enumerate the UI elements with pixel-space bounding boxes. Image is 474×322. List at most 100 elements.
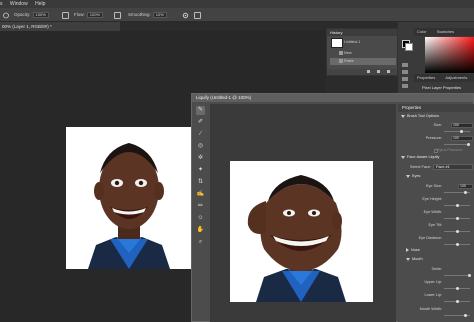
- opacity-field[interactable]: 100%: [32, 12, 49, 18]
- pressure-slider[interactable]: [444, 143, 470, 146]
- eye-distance-slider[interactable]: [444, 243, 470, 246]
- eye-width-slider[interactable]: [444, 217, 470, 220]
- panel-toggle-icon[interactable]: [402, 84, 408, 88]
- document-canvas[interactable]: [66, 127, 192, 269]
- face-tool[interactable]: ☺: [196, 214, 205, 223]
- history-footer: [327, 69, 397, 75]
- opacity-control: Opacity: 100%: [14, 12, 49, 18]
- panel-toggle-icon[interactable]: [402, 70, 408, 74]
- trash-icon[interactable]: [387, 70, 390, 73]
- slider-thumb[interactable]: [456, 300, 459, 303]
- size-field[interactable]: 100: [451, 123, 473, 128]
- forward-warp-icon: ✎: [197, 107, 204, 113]
- stylus-pressure-label: Stylus Pressure: [436, 148, 463, 152]
- panel-toggle-icon[interactable]: [402, 77, 408, 81]
- liquify-preview-canvas[interactable]: [230, 161, 373, 302]
- color-picker-field[interactable]: [425, 37, 474, 73]
- opacity-pressure-toggle[interactable]: [62, 11, 69, 19]
- history-snapshot-label[interactable]: Untitled-1: [330, 39, 396, 46]
- twirl-icon: ◎: [197, 143, 204, 149]
- eye-distance-label: Eye Distance:: [418, 236, 442, 240]
- slider-thumb[interactable]: [456, 230, 459, 233]
- face-aware-label: Face-Aware Liquify: [407, 155, 440, 159]
- history-item-label: Paste: [344, 59, 354, 63]
- bloat-tool[interactable]: ✦: [196, 166, 205, 175]
- mouth-width-slider[interactable]: [444, 314, 470, 317]
- tab-adjustments[interactable]: Adjustments: [445, 75, 467, 80]
- eye-height-slider[interactable]: [444, 204, 470, 207]
- camera-icon[interactable]: [377, 70, 380, 73]
- eye-size-slider[interactable]: [444, 191, 470, 194]
- liquify-properties-pane: Properties Brush Tool Options Size: 100 …: [398, 104, 474, 322]
- slider-thumb[interactable]: [467, 143, 470, 146]
- slider-thumb[interactable]: [464, 191, 467, 194]
- zoom-tool[interactable]: ⌕: [196, 238, 205, 247]
- lower-lip-slider[interactable]: [444, 300, 470, 303]
- nose-section[interactable]: Nose: [406, 248, 420, 253]
- slider-thumb[interactable]: [456, 243, 459, 246]
- pressure-field[interactable]: 100: [451, 136, 473, 141]
- thaw-mask-icon: ✏: [197, 203, 204, 209]
- smile-slider[interactable]: [444, 274, 471, 277]
- pressure-size-toggle[interactable]: [194, 11, 201, 19]
- tab-color[interactable]: Color: [417, 29, 427, 34]
- distorted-portrait-photo: [247, 175, 346, 302]
- hand-tool[interactable]: ✋: [196, 226, 205, 235]
- freeze-mask-tool[interactable]: ✍: [196, 190, 205, 199]
- mouth-section[interactable]: Mouth: [406, 257, 423, 262]
- size-slider[interactable]: [444, 130, 470, 133]
- tab-swatches[interactable]: Swatches: [437, 29, 454, 34]
- history-item-label: New: [344, 51, 352, 55]
- select-face-dropdown[interactable]: Face #1: [433, 164, 473, 170]
- face-aware-section[interactable]: Face-Aware Liquify: [401, 155, 439, 160]
- document-tab[interactable]: 00% (Layer 1, RGB/8#) *: [0, 22, 120, 31]
- history-item-paste[interactable]: Paste: [330, 58, 396, 65]
- nose-label: Nose: [411, 248, 420, 252]
- eyes-label: Eyes: [412, 174, 421, 178]
- freeze-mask-icon: ✍: [196, 191, 205, 197]
- smooth-tool[interactable]: ∕: [196, 130, 205, 139]
- brush-preset-picker[interactable]: [2, 12, 10, 18]
- flow-field[interactable]: 100%: [86, 12, 103, 18]
- eye-tilt-slider[interactable]: [444, 230, 470, 233]
- slider-thumb[interactable]: [464, 314, 467, 317]
- panel-toggle-icon[interactable]: [402, 63, 408, 67]
- pressure-label: Pressure:: [425, 136, 442, 140]
- eyes-section[interactable]: Eyes: [406, 174, 420, 179]
- smoothing-field[interactable]: 10%: [152, 12, 167, 18]
- brush-options-section[interactable]: Brush Tool Options: [401, 114, 439, 119]
- push-left-tool[interactable]: ⇅: [196, 178, 205, 187]
- menu-item-help[interactable]: Help: [35, 0, 45, 8]
- pucker-tool[interactable]: ✲: [196, 154, 205, 163]
- upper-lip-slider[interactable]: [444, 287, 470, 290]
- eye-size-field[interactable]: 100: [458, 184, 473, 189]
- push-left-icon: ⇅: [197, 179, 204, 185]
- slider-thumb[interactable]: [456, 287, 459, 290]
- smoothing-settings-button[interactable]: [182, 12, 189, 18]
- pucker-icon: ✲: [197, 155, 204, 161]
- tab-properties[interactable]: Properties: [417, 75, 435, 80]
- eye-size-label: Eye Size:: [425, 184, 442, 188]
- slider-thumb[interactable]: [468, 274, 471, 277]
- slider-thumb[interactable]: [456, 217, 459, 220]
- pressure-opacity-icon: [62, 11, 69, 19]
- airbrush-icon: [114, 11, 121, 19]
- liquify-dialog-title[interactable]: Liquify (Untitled-1 @ 100%): [192, 94, 473, 102]
- menu-bar: s Window Help: [0, 0, 474, 8]
- menu-item-window[interactable]: Window: [10, 0, 28, 8]
- lower-lip-label: Lower Lip:: [424, 293, 442, 297]
- forward-warp-tool[interactable]: ✎: [196, 106, 205, 115]
- paste-icon: [339, 59, 343, 63]
- history-item-new[interactable]: New: [330, 50, 396, 57]
- disclosure-down-icon: [406, 257, 410, 261]
- airbrush-toggle[interactable]: [114, 11, 121, 19]
- slider-thumb[interactable]: [456, 204, 459, 207]
- menu-item-partial[interactable]: s: [0, 0, 3, 8]
- reconstruct-tool[interactable]: ✐: [196, 118, 205, 127]
- twirl-tool[interactable]: ◎: [196, 142, 205, 151]
- properties-panel-tabs: Properties Adjustments: [414, 74, 474, 82]
- new-document-from-state-icon[interactable]: [367, 70, 370, 73]
- thaw-mask-tool[interactable]: ✏: [196, 202, 205, 211]
- slider-thumb[interactable]: [460, 130, 463, 133]
- background-color-swatch[interactable]: [405, 43, 413, 51]
